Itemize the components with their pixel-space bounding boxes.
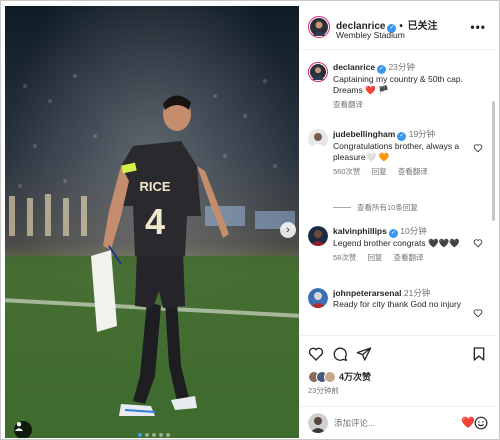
comment-text: Congratulations brother, always a pleasu…: [333, 141, 460, 162]
translate-link[interactable]: 查看翻译: [398, 167, 428, 176]
view-replies-button[interactable]: 查看所有10条回复: [333, 202, 418, 213]
jersey-number: 4: [145, 201, 165, 242]
likes-count: 4万次赞: [339, 372, 372, 382]
caption-body: declanrice ✓ 23分钟 Captaining my country &…: [333, 62, 473, 110]
bookmark-icon[interactable]: [471, 346, 487, 362]
comment-username[interactable]: johnpeterarsenal: [333, 288, 402, 298]
current-user-avatar: [308, 413, 328, 433]
liker-avatar: [324, 370, 336, 383]
user-tag-icon: [15, 422, 23, 431]
comment-time: 19分钟: [408, 129, 436, 139]
heart-icon[interactable]: [473, 143, 483, 153]
likes-summary[interactable]: 4万次赞: [308, 370, 371, 383]
scrollbar[interactable]: [492, 101, 495, 221]
reply-button[interactable]: 回复: [372, 167, 387, 176]
author-avatar[interactable]: [308, 16, 330, 38]
action-bar: [308, 346, 372, 362]
post-photo: RICE 4: [5, 6, 299, 438]
carousel-dot: [152, 433, 156, 437]
comment-text: Legend brother congrats 🖤🖤🖤: [333, 238, 460, 248]
smiley-icon[interactable]: [474, 416, 488, 430]
tagged-users-button[interactable]: [14, 421, 32, 438]
carousel-dot: [166, 433, 170, 437]
post-timestamp: 23分钟前: [308, 386, 339, 395]
comment-time: 21分钟: [403, 288, 431, 298]
next-image-button[interactable]: ›: [280, 222, 296, 238]
caption-meta: 查看翻译: [333, 99, 473, 110]
more-options-button[interactable]: •••: [470, 20, 486, 34]
heart-icon[interactable]: [473, 238, 483, 248]
comment-username[interactable]: judebellingham: [333, 129, 395, 139]
liker-avatars: [308, 370, 336, 383]
carousel-dot: [138, 433, 142, 437]
following-button[interactable]: 已关注: [408, 21, 438, 32]
reply-button[interactable]: 回复: [367, 253, 382, 262]
comment-item: judebellingham ✓ 19分钟 Congratulations bro…: [308, 129, 486, 191]
carousel-dot: [159, 433, 163, 437]
carousel-dot: [145, 433, 149, 437]
commenter-avatar[interactable]: [308, 129, 328, 149]
caption-username[interactable]: declanrice: [333, 62, 375, 72]
commenter-avatar[interactable]: [308, 226, 328, 246]
caption-time: 23分钟: [388, 62, 415, 72]
quick-emoji-button[interactable]: ❤️: [461, 416, 475, 429]
post-actions: 4万次赞 23分钟前 ❤️: [299, 335, 496, 438]
comment-item: johnpeterarsenal 21分钟 Ready for city tha…: [308, 288, 486, 332]
comment-text: Ready for city thank God no injury: [333, 299, 462, 309]
post-sidebar: declanrice ✓ • 已关注 Wembley Stadium ••• de…: [299, 6, 496, 438]
post-window: RICE 4 › declanrice ✓ • 已关注 Wembley Stad…: [0, 0, 500, 440]
comment-body: johnpeterarsenal 21分钟 Ready for city tha…: [333, 288, 473, 310]
comments-list[interactable]: declanrice ✓ 23分钟 Captaining my country &…: [299, 51, 496, 334]
comment-likes[interactable]: 560次赞: [333, 167, 361, 176]
heart-icon[interactable]: [473, 308, 483, 318]
comment-composer: ❤️: [299, 406, 496, 439]
comment-item: kalvinphillips ✓ 10分钟 Legend brother cong…: [308, 226, 486, 274]
heart-icon[interactable]: [308, 346, 324, 362]
comment-username[interactable]: kalvinphillips: [333, 226, 387, 236]
comment-body: kalvinphillips ✓ 10分钟 Legend brother cong…: [333, 226, 473, 263]
view-replies-label: 查看所有10条回复: [357, 203, 418, 212]
comment-input[interactable]: [334, 416, 454, 430]
caption: declanrice ✓ 23分钟 Captaining my country &…: [308, 62, 486, 112]
replies-line: [333, 207, 351, 208]
verified-icon: ✓: [377, 65, 387, 74]
comment-time: 10分钟: [400, 226, 427, 236]
caption-text: Captaining my country & 50th cap. Dreams…: [333, 74, 463, 95]
commenter-avatar[interactable]: [308, 288, 328, 308]
carousel-indicator: [138, 433, 170, 437]
post-location[interactable]: Wembley Stadium: [336, 30, 405, 40]
author-avatar[interactable]: [308, 62, 328, 82]
comment-meta: 560次赞 回复 查看翻译: [333, 166, 473, 177]
post-media[interactable]: RICE 4 ›: [5, 6, 299, 438]
translate-link[interactable]: 查看翻译: [333, 100, 363, 109]
jersey-name: RICE: [139, 179, 170, 194]
verified-icon: ✓: [388, 229, 398, 238]
comment-body: judebellingham ✓ 19分钟 Congratulations bro…: [333, 129, 473, 177]
chevron-right-icon: ›: [286, 224, 290, 236]
comment-meta: 58次赞 回复 查看翻译: [333, 252, 473, 263]
verified-icon: ✓: [397, 132, 407, 141]
share-icon[interactable]: [356, 346, 372, 362]
translate-link[interactable]: 查看翻译: [394, 253, 424, 262]
comment-likes[interactable]: 58次赞: [333, 253, 356, 262]
post-header: declanrice ✓ • 已关注 Wembley Stadium •••: [299, 6, 496, 50]
comment-icon[interactable]: [332, 346, 348, 362]
